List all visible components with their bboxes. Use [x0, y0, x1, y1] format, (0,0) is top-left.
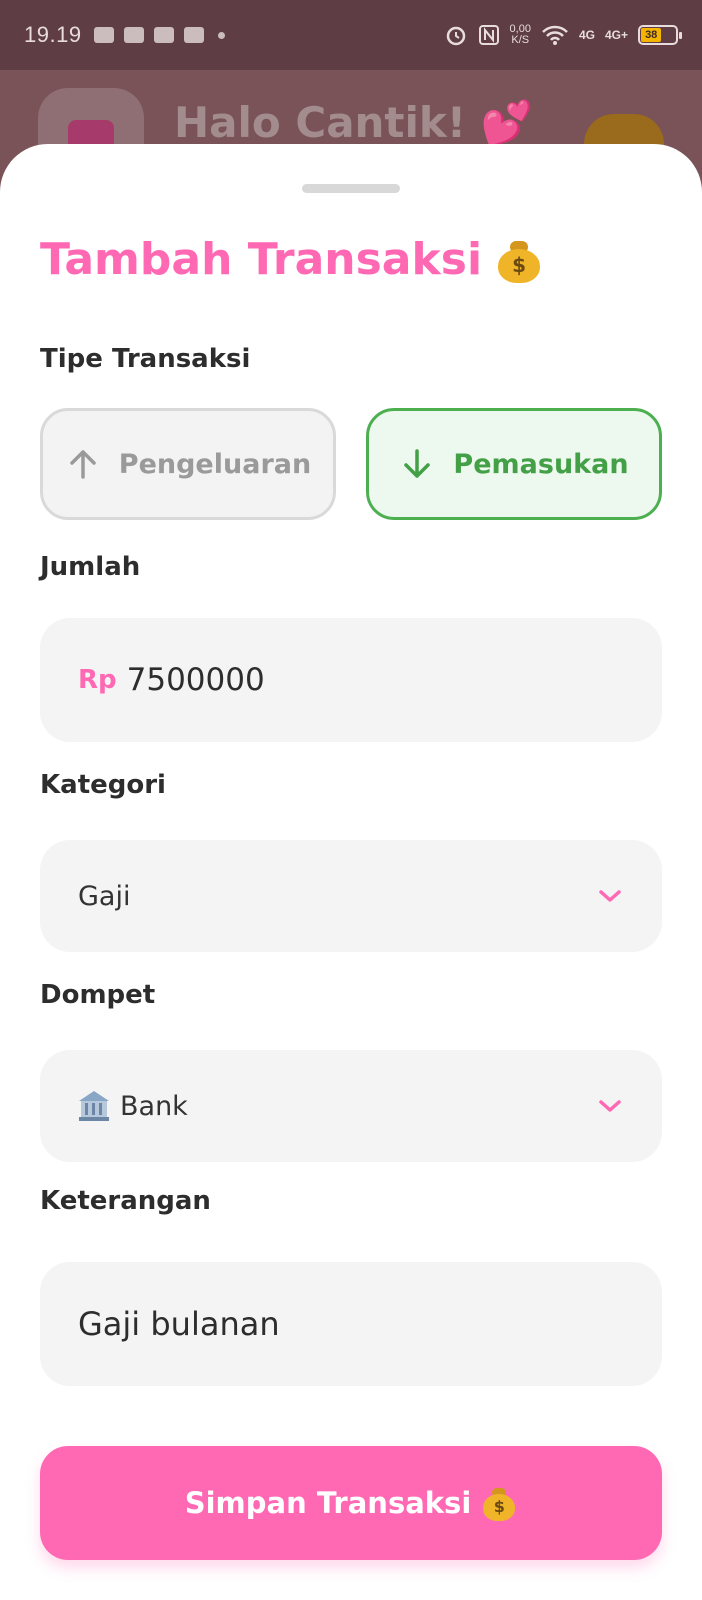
arrow-down-icon — [404, 449, 431, 478]
greeting-text: Halo Cantik! 💕 — [174, 98, 533, 147]
amount-label: Jumlah — [40, 552, 141, 582]
income-type-button[interactable]: Pemasukan — [366, 408, 662, 520]
expense-type-button[interactable]: Pengeluaran — [40, 408, 336, 520]
expense-type-label: Pengeluaran — [118, 448, 312, 480]
chevron-down-icon — [599, 890, 621, 902]
wallet-value: Bank — [120, 1090, 188, 1122]
status-bar: 19.19 0,00 K/S 4G 4G+ 38 — [0, 0, 702, 70]
youtube-icon — [183, 27, 204, 43]
game-controller-icon — [93, 27, 114, 43]
app-notification-icon — [123, 27, 144, 43]
amount-value: 7500000 — [126, 662, 265, 698]
bank-icon — [78, 1090, 110, 1122]
currency-prefix: Rp — [78, 665, 117, 695]
alarm-icon — [446, 26, 465, 46]
sheet-drag-handle[interactable] — [302, 184, 400, 193]
more-notifications-icon — [217, 31, 225, 39]
amount-input[interactable]: Rp 7500000 — [40, 618, 662, 742]
status-indicators: 0,00 K/S 4G 4G+ 38 — [444, 23, 682, 47]
wallet-dropdown[interactable]: Bank — [40, 1050, 662, 1162]
note-input[interactable]: Gaji bulanan — [40, 1262, 662, 1386]
money-bag-icon: $ — [481, 1485, 517, 1521]
battery-level: 38 — [641, 28, 662, 42]
status-time: 19.19 — [24, 22, 82, 47]
money-bag-icon: $ — [496, 237, 542, 283]
category-value: Gaji — [78, 880, 131, 912]
nfc-icon — [478, 25, 499, 45]
category-label: Kategori — [40, 770, 166, 800]
note-value: Gaji bulanan — [78, 1305, 280, 1343]
wallet-selected: Bank — [78, 1090, 188, 1122]
transaction-type-label: Tipe Transaksi — [40, 344, 251, 374]
save-button-label: Simpan Transaksi — [184, 1486, 472, 1520]
notification-icons — [93, 27, 225, 43]
wifi-icon — [542, 25, 568, 45]
add-transaction-sheet: Tambah Transaksi $ Tipe Transaksi Pengel… — [0, 144, 702, 1600]
sheet-title-text: Tambah Transaksi — [40, 234, 483, 285]
category-dropdown[interactable]: Gaji — [40, 840, 662, 952]
signal-4g: 4G — [578, 28, 595, 42]
battery-icon: 38 — [638, 25, 682, 45]
signal-4g-plus: 4G+ — [604, 28, 628, 42]
network-speed-unit: K/S — [511, 34, 530, 46]
note-label: Keterangan — [40, 1186, 211, 1216]
sheet-title: Tambah Transaksi $ — [40, 234, 542, 285]
wallet-label: Dompet — [40, 980, 156, 1010]
app-notification-icon — [153, 27, 174, 43]
income-type-label: Pemasukan — [453, 448, 629, 480]
chevron-down-icon — [599, 1100, 621, 1112]
save-transaction-button[interactable]: Simpan Transaksi $ — [40, 1446, 662, 1560]
arrow-up-icon — [70, 450, 96, 479]
network-speed: 0,00 K/S — [510, 24, 531, 46]
